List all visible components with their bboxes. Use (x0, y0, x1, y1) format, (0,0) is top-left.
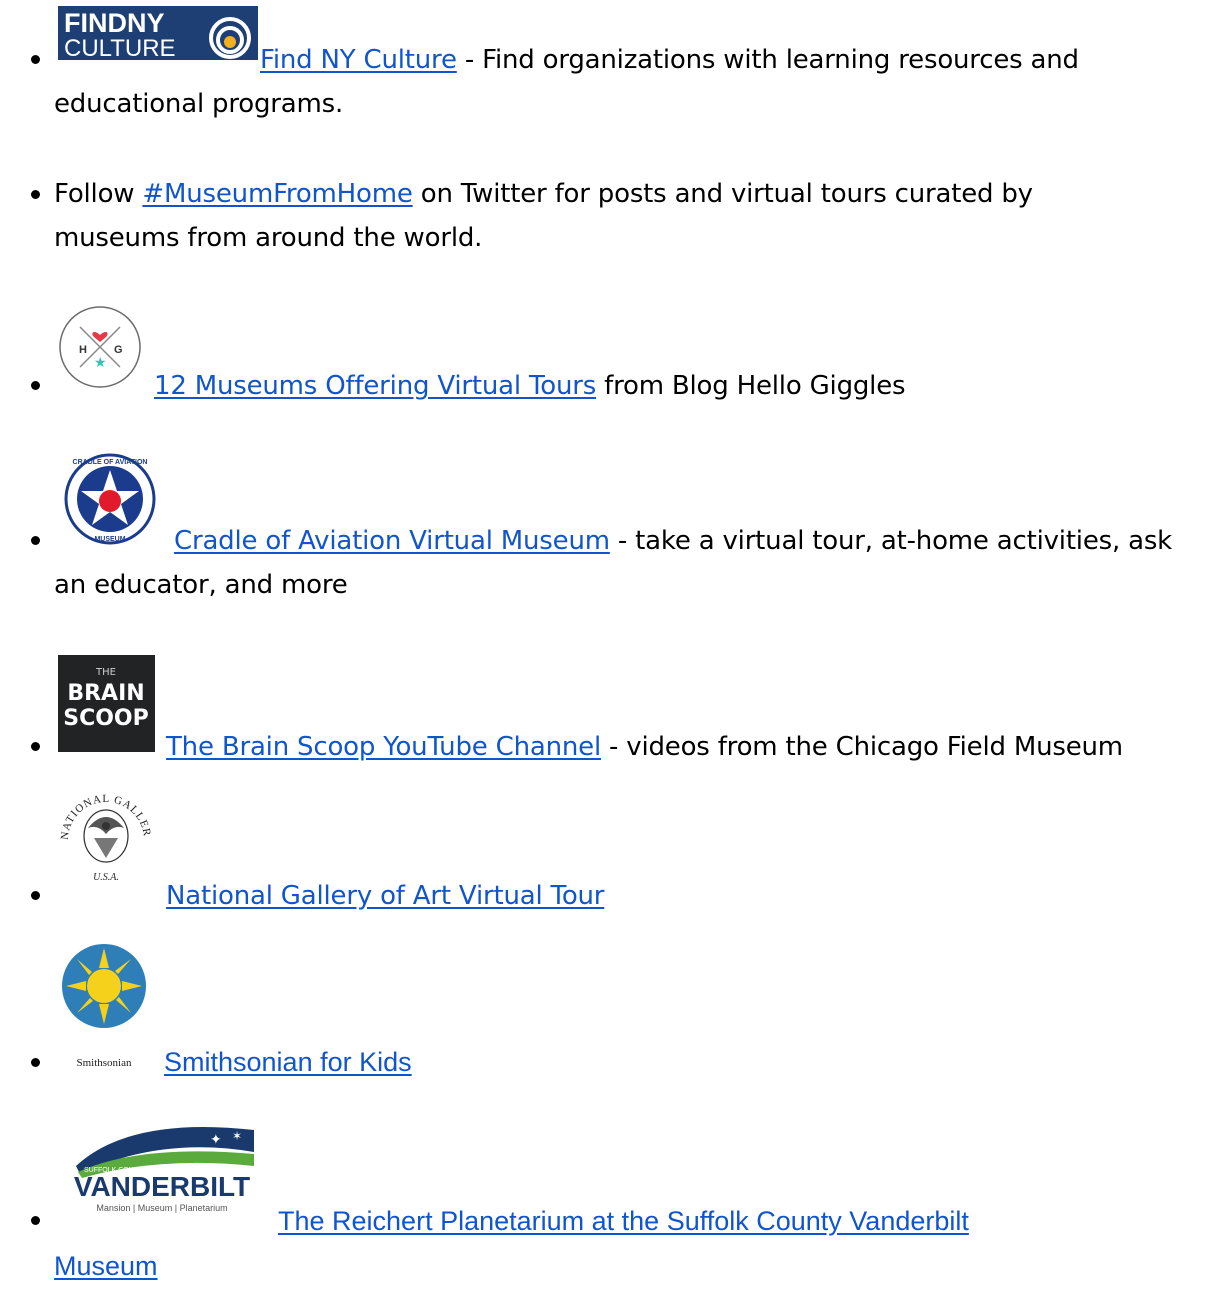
museum-from-home-link[interactable]: #MuseumFromHome (142, 179, 412, 209)
svg-text:✦: ✦ (210, 1132, 222, 1148)
svg-text:VANDERBILT: VANDERBILT (74, 1171, 250, 1202)
svg-text:BRAIN: BRAIN (67, 681, 144, 706)
museums-virtual-tours-link[interactable]: 12 Museums Offering Virtual Tours (154, 371, 596, 401)
list-item: Follow #MuseumFromHome on Twitter for po… (0, 170, 1216, 280)
item-description: - take a virtual tour, at-home activitie… (609, 526, 1173, 556)
svg-text:THE: THE (95, 667, 116, 678)
list-item: FINDNY CULTURE Find NY Culture - Find or… (0, 0, 1216, 130)
item-prefix: Follow (54, 179, 143, 209)
list-item: CRADLE OF AVIATION MUSEUM Cradle of Avia… (0, 453, 1216, 613)
item-description: on Twitter for posts and virtual tours c… (412, 179, 1033, 209)
item-description: - Find organizations with learning resou… (456, 45, 1079, 75)
item-description-continued: museums from around the world. (54, 223, 483, 253)
reichert-planetarium-link[interactable]: The Reichert Planetarium at the Suffolk … (278, 1206, 969, 1236)
svg-text:FINDNY: FINDNY (64, 8, 165, 38)
item-description: from Blog Hello Giggles (596, 371, 906, 401)
bullet (31, 190, 40, 199)
national-gallery-seal: NATIONAL GALLERY OF ART U.S.A. (54, 778, 152, 883)
bullet (31, 55, 40, 64)
list-item: NATIONAL GALLERY OF ART U.S.A. National … (0, 778, 1216, 911)
item-description-continued: educational programs. (54, 89, 344, 119)
national-gallery-link[interactable]: National Gallery of Art Virtual Tour (166, 881, 604, 911)
bullet (31, 381, 40, 390)
bullet (31, 742, 40, 751)
list-item: ✦ ✶ SUFFOLK COUNTY VANDERBILT Mansion | … (0, 1116, 1216, 1289)
svg-text:✶: ✶ (232, 1129, 242, 1143)
cradle-of-aviation-link[interactable]: Cradle of Aviation Virtual Museum (174, 526, 610, 556)
find-ny-culture-link[interactable]: Find NY Culture (260, 45, 457, 75)
bullet (31, 1216, 40, 1225)
list-item: Smithsonian Smithsonian for Kids (0, 938, 1216, 1077)
brain-scoop-link[interactable]: The Brain Scoop YouTube Channel (166, 732, 601, 762)
svg-text:G: G (114, 344, 123, 356)
item-description: - videos from the Chicago Field Museum (600, 732, 1123, 762)
bullet (31, 536, 40, 545)
item-description-continued: an educator, and more (54, 570, 348, 600)
list-item: H G ★ 12 Museums Offering Virtual Tours … (0, 305, 1216, 415)
bullet (31, 891, 40, 900)
smithsonian-kids-link[interactable]: Smithsonian for Kids (164, 1047, 412, 1077)
svg-text:H: H (79, 344, 87, 356)
list-item: THE BRAIN SCOOP The Brain Scoop YouTube … (0, 655, 1216, 765)
reichert-planetarium-link-continued[interactable]: Museum (54, 1251, 158, 1281)
svg-text:CRADLE OF AVIATION: CRADLE OF AVIATION (73, 459, 148, 466)
bullet (31, 1058, 40, 1067)
